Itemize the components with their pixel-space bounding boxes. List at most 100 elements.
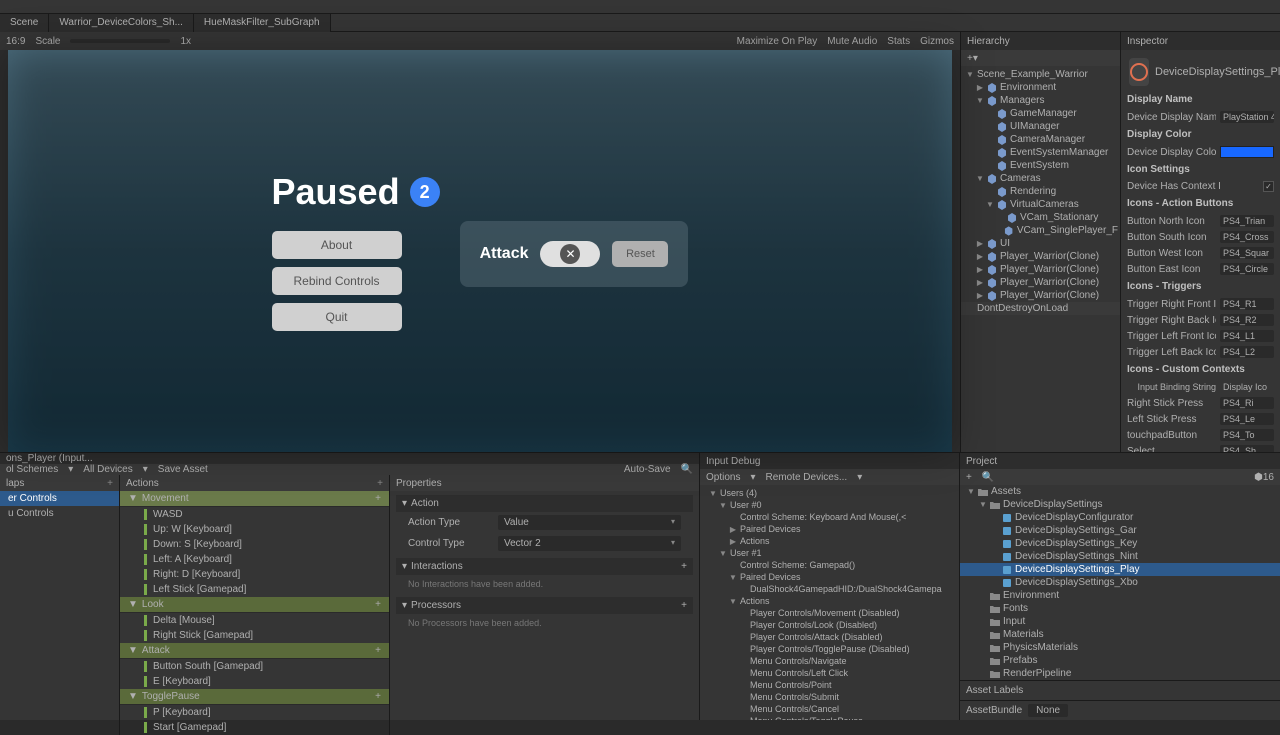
inspector-property[interactable]: Device Display NamePlayStation 4: [1125, 109, 1276, 125]
hierarchy-item[interactable]: ▶Player_Warrior(Clone): [961, 263, 1120, 276]
action-item[interactable]: ▼Movement+: [120, 491, 389, 507]
project-item[interactable]: Environment: [960, 589, 1280, 602]
options-dropdown[interactable]: Options: [706, 472, 740, 483]
inspector-property[interactable]: Device Display Color: [1125, 144, 1276, 160]
project-item[interactable]: DeviceDisplaySettings_Play: [960, 563, 1280, 576]
hierarchy-item[interactable]: ▶UI: [961, 237, 1120, 250]
debug-item[interactable]: Menu Controls/Left Click: [702, 667, 957, 679]
inspector-property[interactable]: Trigger Left Back IcoPS4_L2: [1125, 344, 1276, 360]
project-item[interactable]: Fonts: [960, 602, 1280, 615]
debug-item[interactable]: ▼User #0: [702, 499, 957, 511]
mute-toggle[interactable]: Mute Audio: [827, 36, 877, 47]
hierarchy-item[interactable]: ▼Cameras: [961, 172, 1120, 185]
save-asset-button[interactable]: Save Asset: [158, 464, 208, 475]
asset-bundle-dropdown[interactable]: None: [1028, 704, 1068, 717]
binding-item[interactable]: Delta [Mouse]: [120, 613, 389, 628]
debug-item[interactable]: Menu Controls/TogglePause: [702, 715, 957, 720]
hierarchy-item[interactable]: CameraManager: [961, 133, 1120, 146]
inspector-property[interactable]: Trigger Left Front IcoPS4_L1: [1125, 328, 1276, 344]
project-item[interactable]: DeviceDisplaySettings_Nint: [960, 550, 1280, 563]
debug-item[interactable]: Control Scheme: Keyboard And Mouse(,<: [702, 511, 957, 523]
gizmos-dropdown[interactable]: Gizmos: [920, 36, 954, 47]
project-item[interactable]: Input: [960, 615, 1280, 628]
processors-group[interactable]: ▾Processors+: [396, 597, 693, 614]
tab-scene[interactable]: Scene: [0, 14, 49, 32]
binding-item[interactable]: Button South [Gamepad]: [120, 659, 389, 674]
action-type-dropdown[interactable]: Value: [498, 515, 681, 530]
inspector-property[interactable]: touchpadButtonPS4_To: [1125, 427, 1276, 443]
inspector-property[interactable]: Right Stick PressPS4_Ri: [1125, 395, 1276, 411]
debug-item[interactable]: DualShock4GamepadHID:/DualShock4Gamepa: [702, 583, 957, 595]
about-button[interactable]: About: [272, 231, 402, 259]
add-action-button[interactable]: +: [377, 478, 383, 489]
project-create-button[interactable]: +: [966, 472, 972, 483]
action-map-item[interactable]: u Controls: [0, 506, 119, 521]
remote-devices-dropdown[interactable]: Remote Devices...: [766, 472, 848, 483]
binding-item[interactable]: Left Stick [Gamepad]: [120, 582, 389, 597]
hierarchy-item[interactable]: ▼VirtualCameras: [961, 198, 1120, 211]
debug-item[interactable]: ▶Paired Devices: [702, 523, 957, 535]
inspector-property[interactable]: Button West IconPS4_Squar: [1125, 245, 1276, 261]
tab-subgraph[interactable]: HueMaskFilter_SubGraph: [194, 14, 331, 32]
project-filter[interactable]: ⬢16: [1254, 472, 1274, 483]
aspect-dropdown[interactable]: 16:9: [6, 36, 25, 47]
action-group[interactable]: ▾Action: [396, 495, 693, 512]
binding-item[interactable]: Left: A [Keyboard]: [120, 552, 389, 567]
binding-item[interactable]: P [Keyboard]: [120, 705, 389, 720]
hierarchy-item[interactable]: EventSystemManager: [961, 146, 1120, 159]
project-item[interactable]: DeviceDisplayConfigurator: [960, 511, 1280, 524]
inspector-property[interactable]: Left Stick PressPS4_Le: [1125, 411, 1276, 427]
project-item[interactable]: DeviceDisplaySettings_Key: [960, 537, 1280, 550]
hierarchy-item[interactable]: ▶Player_Warrior(Clone): [961, 276, 1120, 289]
scale-slider[interactable]: [70, 39, 170, 43]
hierarchy-item[interactable]: Rendering: [961, 185, 1120, 198]
inspector-property[interactable]: Trigger Right Back IcoPS4_R2: [1125, 312, 1276, 328]
project-item[interactable]: Materials: [960, 628, 1280, 641]
project-search[interactable]: 🔍: [982, 472, 994, 483]
project-item[interactable]: ▼Assets: [960, 485, 1280, 498]
debug-item[interactable]: Menu Controls/Submit: [702, 691, 957, 703]
hierarchy-item[interactable]: ▶Player_Warrior(Clone): [961, 289, 1120, 302]
add-interaction-button[interactable]: +: [681, 561, 687, 572]
maximize-toggle[interactable]: Maximize On Play: [737, 36, 818, 47]
inspector-property[interactable]: Device Has Context I✓: [1125, 179, 1276, 194]
game-view[interactable]: Paused 2 About Rebind Controls Quit Atta…: [8, 50, 952, 452]
search-icon[interactable]: 🔍: [681, 464, 693, 475]
tab-shader[interactable]: Warrior_DeviceColors_Sh...: [49, 14, 194, 32]
quit-button[interactable]: Quit: [272, 303, 402, 331]
inspector-property[interactable]: SelectPS4_Sh: [1125, 443, 1276, 452]
project-item[interactable]: DeviceDisplaySettings_Gar: [960, 524, 1280, 537]
rebind-slot[interactable]: ✕: [540, 241, 600, 267]
hierarchy-item[interactable]: VCam_Stationary: [961, 211, 1120, 224]
hierarchy-item[interactable]: ▼Managers: [961, 94, 1120, 107]
debug-item[interactable]: ▼Users (4): [702, 487, 957, 499]
color-swatch[interactable]: [1220, 146, 1274, 158]
binding-item[interactable]: Start [Gamepad]: [120, 720, 389, 735]
hierarchy-item[interactable]: DontDestroyOnLoad: [961, 302, 1120, 315]
hierarchy-item[interactable]: EventSystem: [961, 159, 1120, 172]
binding-item[interactable]: E [Keyboard]: [120, 674, 389, 689]
checkbox[interactable]: ✓: [1263, 181, 1274, 192]
debug-item[interactable]: ▼User #1: [702, 547, 957, 559]
debug-item[interactable]: Player Controls/TogglePause (Disabled): [702, 643, 957, 655]
schemes-dropdown[interactable]: ol Schemes: [6, 464, 58, 475]
debug-item[interactable]: Player Controls/Look (Disabled): [702, 619, 957, 631]
create-dropdown[interactable]: +▾: [967, 53, 978, 64]
binding-item[interactable]: Right Stick [Gamepad]: [120, 628, 389, 643]
inspector-property[interactable]: Button East IconPS4_Circle: [1125, 261, 1276, 277]
binding-item[interactable]: WASD: [120, 507, 389, 522]
reset-button[interactable]: Reset: [612, 241, 668, 267]
rebind-button[interactable]: Rebind Controls: [272, 267, 402, 295]
debug-item[interactable]: Player Controls/Movement (Disabled): [702, 607, 957, 619]
devices-dropdown[interactable]: All Devices: [83, 464, 132, 475]
project-item[interactable]: DeviceDisplaySettings_Xbo: [960, 576, 1280, 589]
debug-item[interactable]: ▶Actions: [702, 535, 957, 547]
add-processor-button[interactable]: +: [681, 600, 687, 611]
debug-item[interactable]: ▼Paired Devices: [702, 571, 957, 583]
hierarchy-item[interactable]: ▶Environment: [961, 81, 1120, 94]
project-item[interactable]: PhysicsMaterials: [960, 641, 1280, 654]
project-item[interactable]: ▼DeviceDisplaySettings: [960, 498, 1280, 511]
hierarchy-item[interactable]: UIManager: [961, 120, 1120, 133]
hierarchy-item[interactable]: ▶Player_Warrior(Clone): [961, 250, 1120, 263]
debug-item[interactable]: Player Controls/Attack (Disabled): [702, 631, 957, 643]
